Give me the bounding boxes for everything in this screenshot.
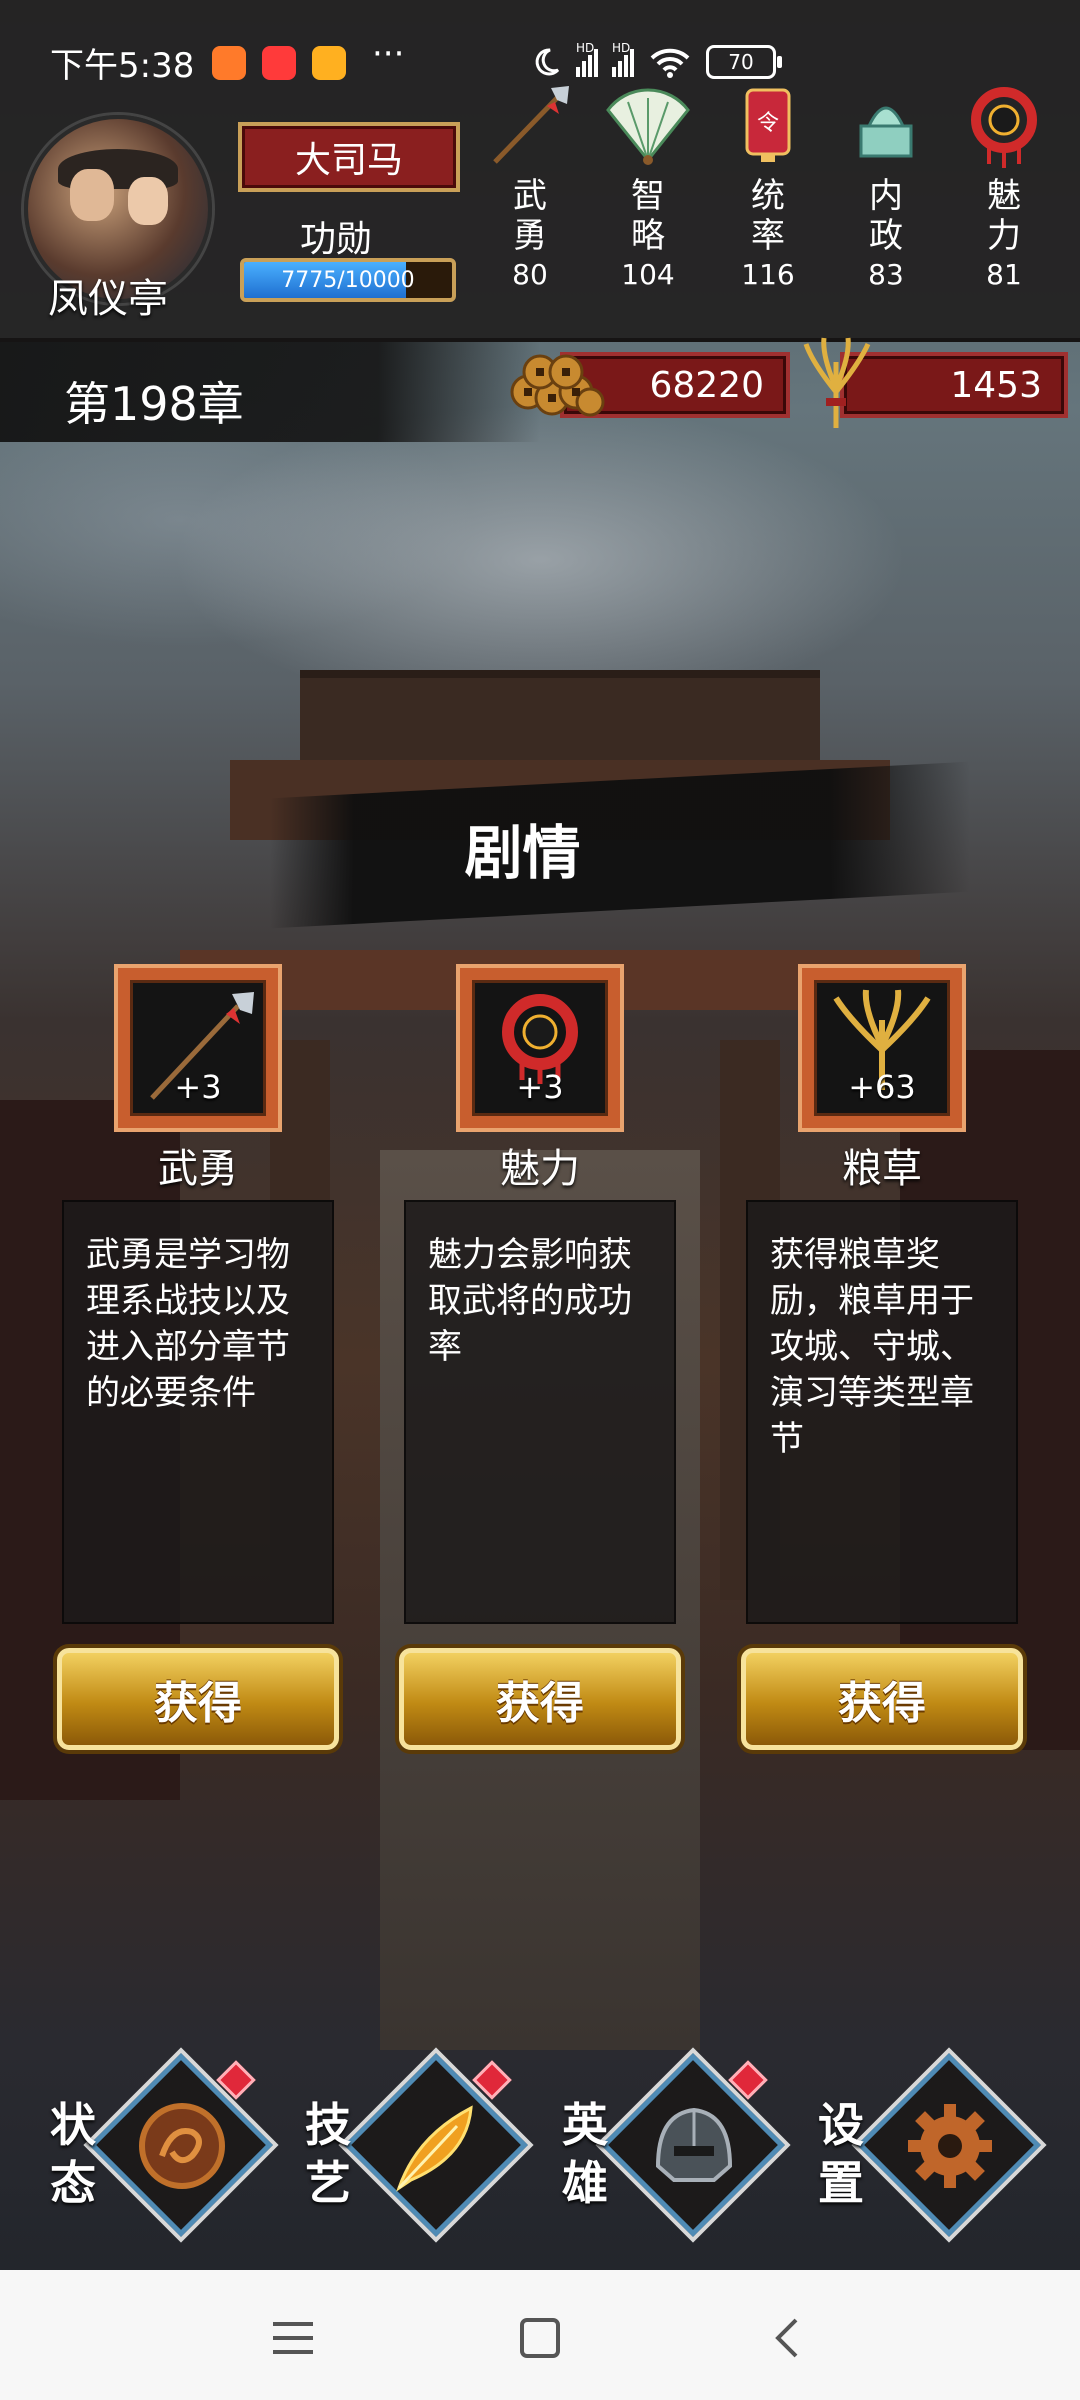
- merit-progress-bar: 7775/10000: [240, 258, 456, 302]
- reward-description-panel: 获得粮草奖励，粮草用于攻城、守城、演习等类型章节: [746, 1200, 1018, 1624]
- command-token-icon: 令: [723, 80, 813, 170]
- stat-value: 83: [868, 258, 904, 291]
- stat-label: 智略: [631, 176, 665, 256]
- menu-icon[interactable]: [265, 2310, 321, 2366]
- svg-text:令: 令: [757, 111, 779, 136]
- card-frame: +3: [130, 980, 266, 1116]
- stat-valor[interactable]: 武勇 80: [480, 80, 580, 291]
- chapter-title: 第198章: [64, 377, 244, 431]
- reward-description-panel: 武勇是学习物理系战技以及进入部分章节的必要条件: [62, 1200, 334, 1624]
- stat-value: 81: [986, 258, 1022, 291]
- reward-bonus: +3: [516, 1068, 564, 1106]
- reward-bonus: +3: [174, 1068, 222, 1106]
- card-frame: +63: [814, 980, 950, 1116]
- nav-label: 设置: [818, 2098, 864, 2210]
- get-valor-button[interactable]: 获得: [57, 1648, 339, 1750]
- halberd-icon: [485, 80, 575, 170]
- home-icon[interactable]: [512, 2310, 568, 2366]
- plot-title: 剧情: [464, 819, 581, 887]
- player-name: 凤仪亭: [48, 276, 168, 322]
- system-status-bar: 下午5:38 ··· HD HD 70: [0, 0, 1080, 86]
- nav-settings[interactable]: 设置: [818, 2053, 1041, 2237]
- nav-label: 状态: [50, 2098, 96, 2210]
- merit-progress-text: 7775/10000: [281, 267, 415, 293]
- stat-charisma[interactable]: 魅力 81: [954, 80, 1054, 291]
- merit-label: 功勋: [300, 219, 373, 260]
- fan-icon: [603, 80, 693, 170]
- system-navigation-bar: [0, 2270, 1080, 2400]
- reward-card-grain[interactable]: +63: [798, 964, 966, 1132]
- status-indicators: HD HD 70: [530, 41, 782, 80]
- stat-label: 内政: [869, 176, 903, 256]
- stat-label: 统率: [751, 176, 785, 256]
- grain-icon: [796, 332, 876, 432]
- wifi-icon: [650, 48, 690, 78]
- helmet-icon: [644, 2096, 744, 2196]
- moon-icon: [535, 48, 560, 76]
- more-notifications-icon: ···: [372, 34, 405, 74]
- reward-description-panel: 魅力会影响获取武将的成功率: [404, 1200, 676, 1624]
- reward-label: 魅力: [500, 1146, 580, 1192]
- reward-description: 魅力会影响获取武将的成功率: [428, 1235, 632, 1367]
- hd-label: HD: [576, 41, 595, 55]
- jade-seal-icon: [841, 80, 931, 170]
- reward-label: 武勇: [158, 1146, 238, 1192]
- gear-icon: [900, 2096, 1000, 2196]
- coins-icon: [506, 342, 606, 422]
- message-app-icon: [312, 46, 346, 80]
- status-time: 下午5:38: [50, 46, 195, 86]
- stat-value: 80: [512, 258, 548, 291]
- nav-label: 技艺: [305, 2098, 351, 2210]
- reward-label: 粮草: [842, 1146, 922, 1192]
- reward-card-charisma[interactable]: +3: [456, 964, 624, 1132]
- stat-value: 116: [741, 258, 795, 291]
- get-charisma-button[interactable]: 获得: [399, 1648, 681, 1750]
- stat-strategy[interactable]: 智略 104: [598, 80, 698, 291]
- card-frame: +3: [472, 980, 608, 1116]
- golden-feather-icon: [387, 2096, 487, 2196]
- signal-icon: HD: [612, 41, 634, 77]
- camera-app-icon: [262, 46, 296, 80]
- dragon-medallion-icon: [132, 2096, 232, 2196]
- stat-label: 魅力: [987, 176, 1021, 256]
- get-grain-button[interactable]: 获得: [741, 1648, 1023, 1750]
- app-notification-icon: [212, 46, 246, 80]
- reward-description: 武勇是学习物理系战技以及进入部分章节的必要条件: [86, 1235, 290, 1413]
- signal-icon: HD: [576, 41, 598, 77]
- back-icon[interactable]: [760, 2310, 816, 2366]
- stat-command[interactable]: 令 统率 116: [718, 80, 818, 291]
- stat-administration[interactable]: 内政 83: [836, 80, 936, 291]
- stat-label: 武勇: [513, 176, 547, 256]
- stat-value: 104: [621, 258, 675, 291]
- charm-ornament-icon: [959, 80, 1049, 170]
- reward-bonus: +63: [848, 1068, 916, 1106]
- battery-icon: 70: [706, 45, 782, 79]
- reward-card-valor[interactable]: +3: [114, 964, 282, 1132]
- nav-label: 英雄: [562, 2098, 608, 2210]
- reward-description: 获得粮草奖励，粮草用于攻城、守城、演习等类型章节: [770, 1235, 974, 1459]
- hd-label: HD: [612, 41, 631, 55]
- rank-badge: 大司马: [238, 122, 460, 192]
